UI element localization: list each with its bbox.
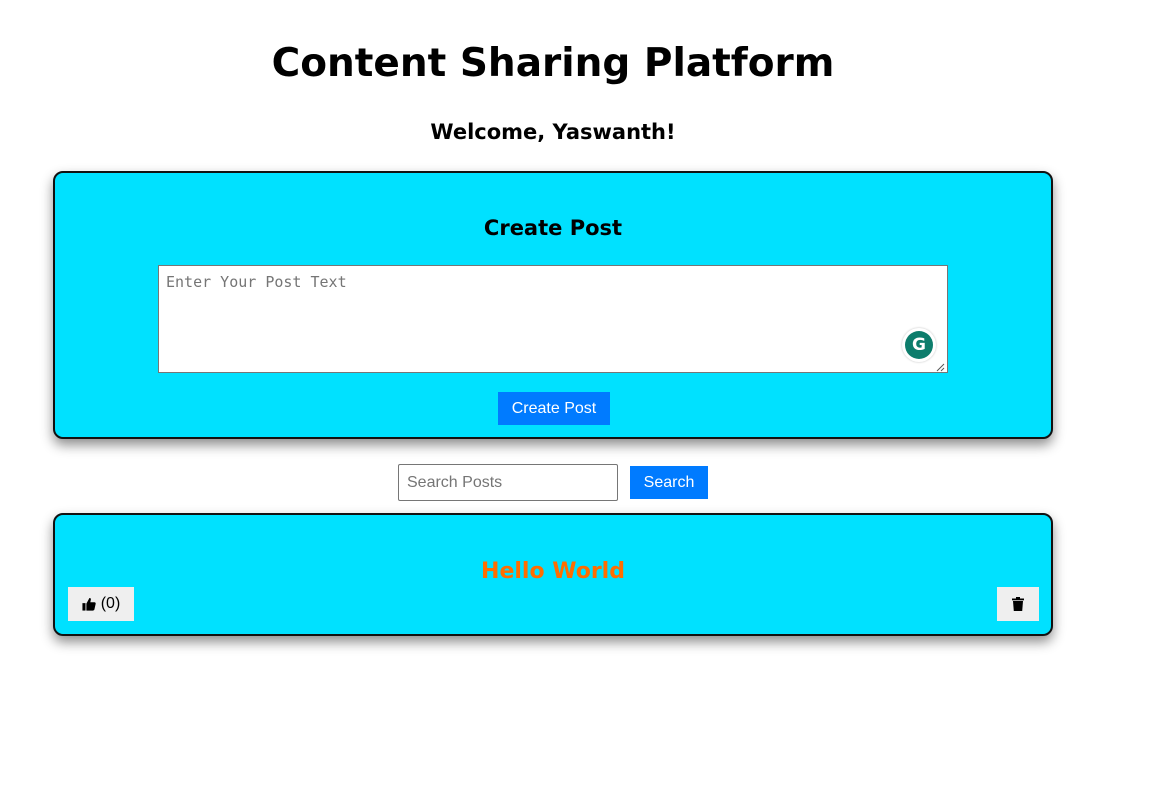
search-input[interactable]	[398, 464, 618, 501]
delete-button[interactable]	[997, 587, 1039, 621]
create-post-heading: Create Post	[483, 216, 623, 240]
post-text: Hello World	[481, 559, 625, 584]
grammarly-icon[interactable]: G	[902, 328, 936, 362]
create-post-button[interactable]: Create Post	[498, 392, 610, 425]
welcome-message: Welcome, Yaswanth!	[430, 120, 676, 144]
create-post-card: Create Post G Create Post	[53, 171, 1053, 439]
post-card: Hello World (0)	[53, 513, 1053, 636]
page-title: Content Sharing Platform	[271, 41, 835, 86]
search-button[interactable]: Search	[630, 466, 708, 499]
post-text-input[interactable]	[158, 265, 948, 373]
like-button[interactable]: (0)	[68, 587, 134, 621]
thumbs-up-icon	[82, 598, 96, 611]
grammarly-glyph: G	[905, 331, 933, 359]
trash-icon	[1012, 597, 1024, 611]
like-count: (0)	[100, 595, 121, 612]
resize-handle-icon[interactable]	[936, 363, 945, 372]
